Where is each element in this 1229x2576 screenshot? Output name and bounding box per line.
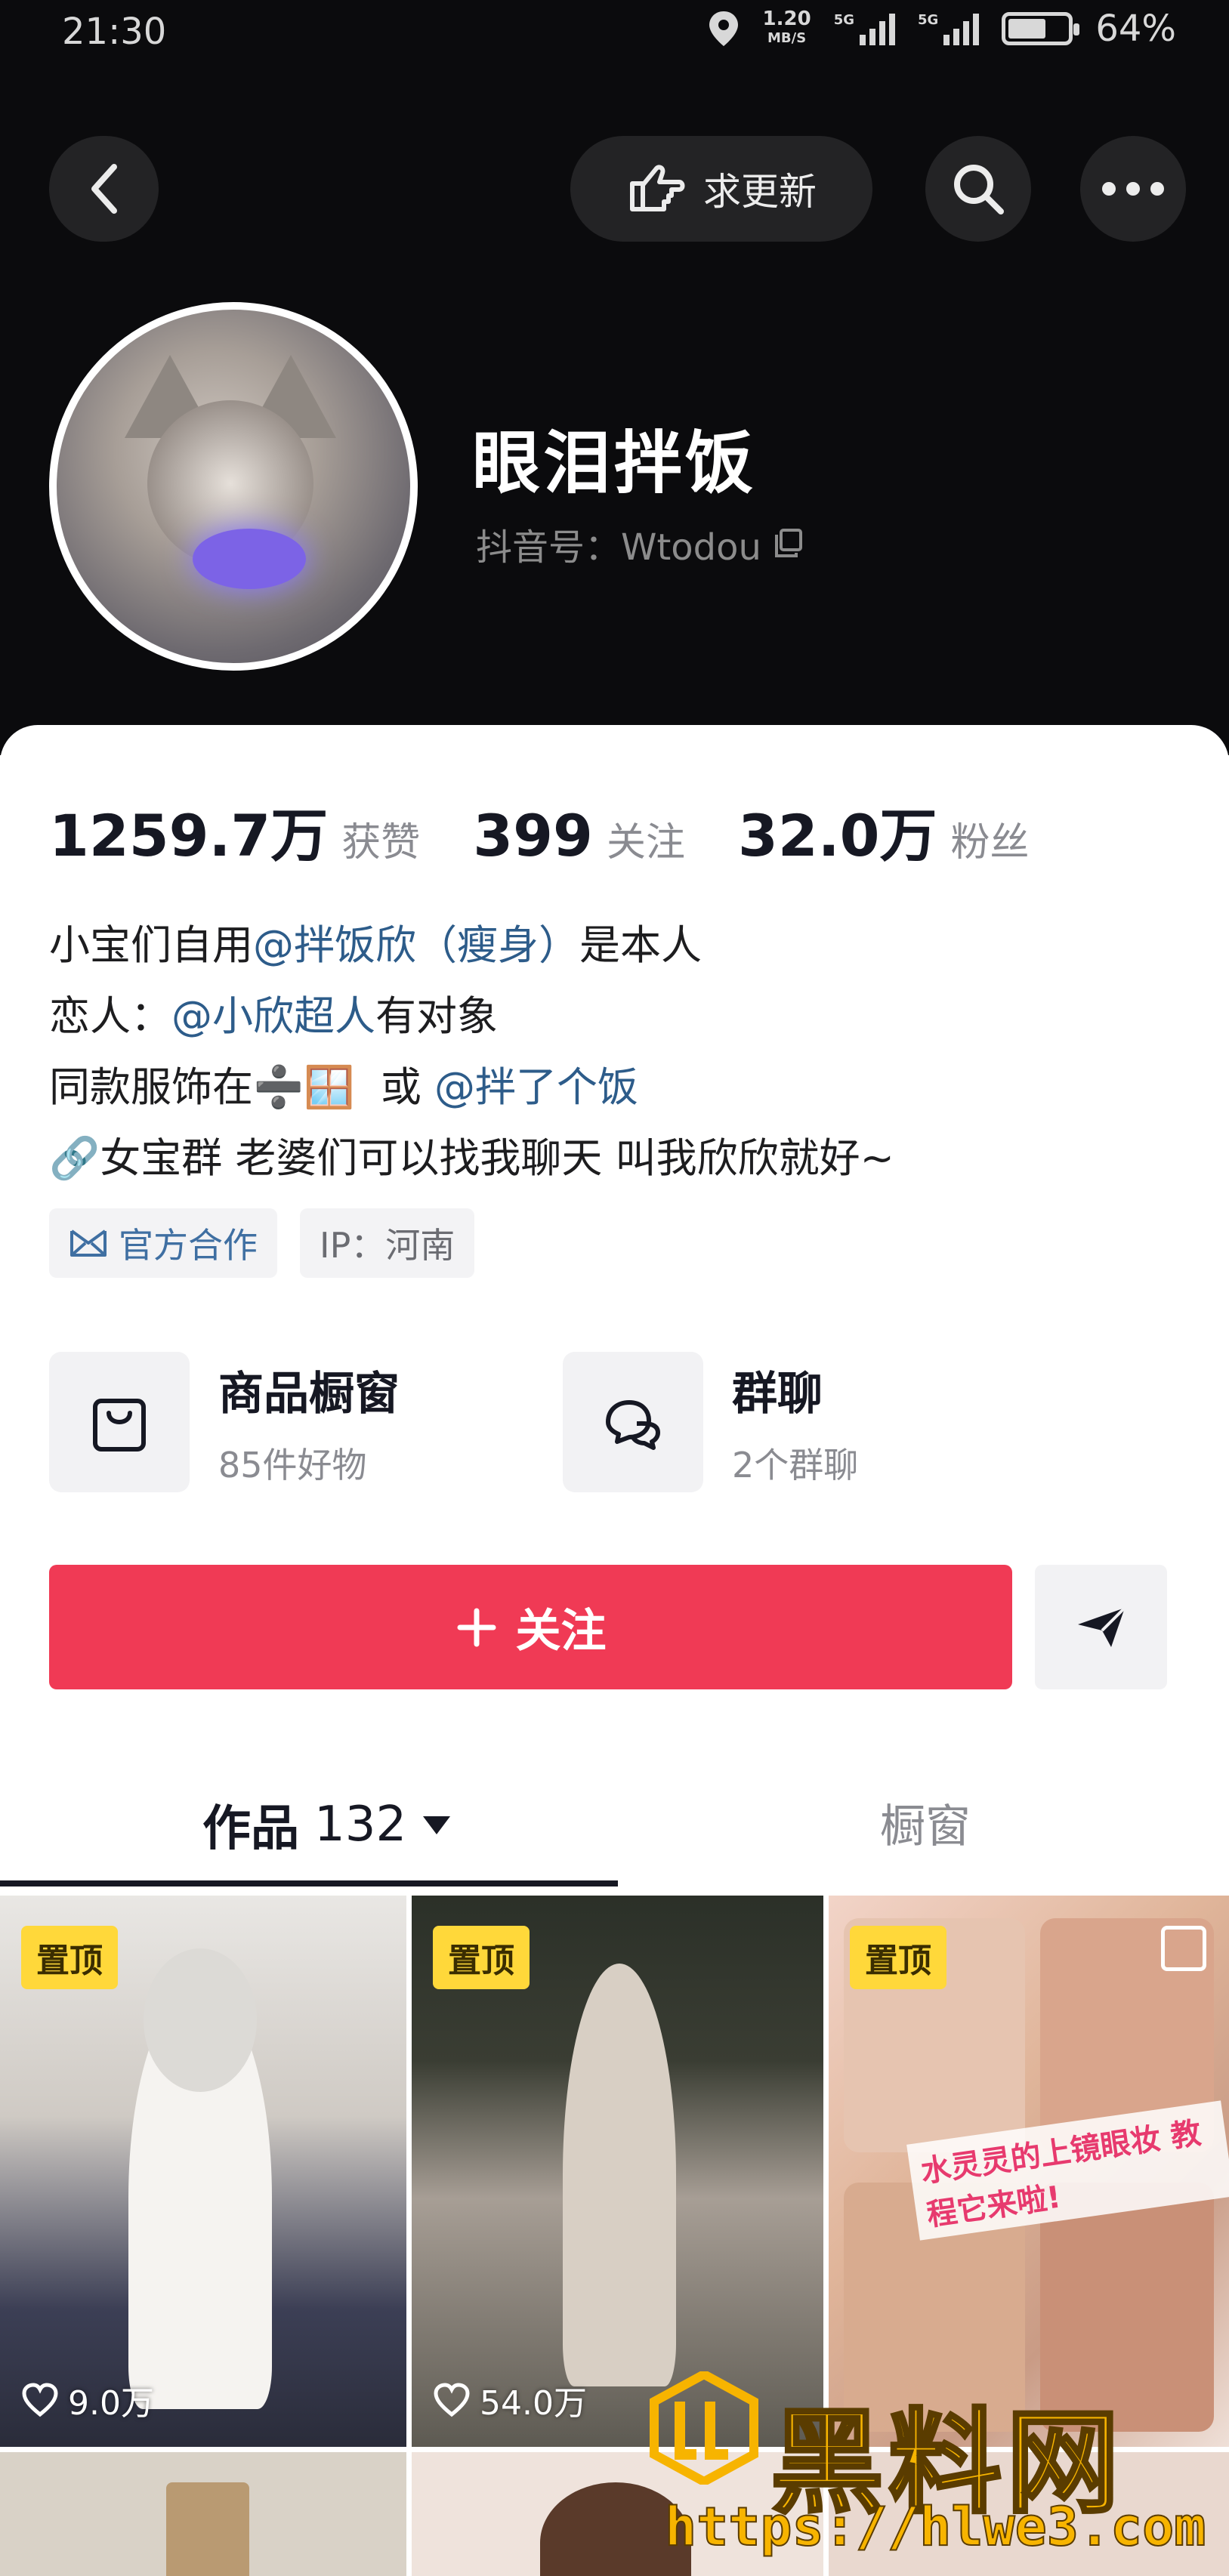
watermark-url: https://hlwe3.com: [664, 2495, 1206, 2559]
bio-line-4: 🔗 女宝群 老婆们可以找我聊天 叫我欣欣就好~: [49, 1123, 894, 1194]
chat-bubbles-icon: [563, 1352, 703, 1492]
bio-line-3-prefix: 同款服饰在: [49, 1063, 253, 1111]
bio-line-2-suffix: 有对象: [375, 992, 498, 1040]
group-chat-entry[interactable]: 群聊 2个群聊: [563, 1352, 1076, 1492]
tab-works-count: 132: [314, 1797, 407, 1853]
bio-line-3: 同款服饰在 ➗🪟 或 @拌了个饭: [49, 1052, 894, 1123]
official-cooperation-tag[interactable]: 官方合作: [49, 1208, 277, 1278]
account-id[interactable]: 抖音号：Wtodou: [476, 517, 805, 570]
battery-percent: 64%: [1095, 8, 1176, 50]
follow-button[interactable]: 关注: [49, 1565, 1012, 1689]
signal-icon-1: 5G: [834, 12, 895, 45]
bio-line-2-prefix: 恋人：: [49, 992, 171, 1040]
avatar[interactable]: [49, 302, 418, 671]
watermark-logo-icon: [650, 2371, 758, 2485]
shopping-bag-icon: [49, 1352, 190, 1492]
avatar-cat-mouth: [193, 529, 306, 589]
status-time: 21:30: [62, 11, 167, 53]
tab-works[interactable]: 作品 132: [202, 1790, 452, 1859]
tab-shop-window[interactable]: 橱窗: [880, 1790, 971, 1856]
video-figure: [166, 2482, 249, 2576]
shop-window-subtitle: 85件好物: [218, 1444, 367, 1485]
pinned-badge: 置顶: [21, 1926, 118, 1989]
caret-down-icon: [423, 1816, 451, 1834]
video-thumbnail[interactable]: 置顶 9.0万: [0, 1896, 406, 2447]
video-likes-count: 9.0万: [68, 2384, 154, 2423]
request-update-label: 求更新: [703, 170, 817, 214]
account-id-text: 抖音号：Wtodou: [476, 526, 761, 569]
mention-link-bandianxin[interactable]: @拌饭欣（瘦身）: [253, 910, 579, 981]
likes-label: 获赞: [341, 820, 421, 865]
cooperation-icon: [70, 1229, 107, 1257]
battery-fill: [1008, 19, 1045, 39]
video-figure: [563, 1964, 676, 2386]
mention-link-banlegefan[interactable]: @拌了个饭: [434, 1052, 638, 1123]
signal-icon-2: 5G: [918, 12, 980, 45]
ip-location-tag: IP：河南: [300, 1208, 475, 1278]
likes-count: 1259.7万: [49, 802, 329, 869]
more-dots-icon: [1102, 182, 1164, 196]
active-tab-indicator: [0, 1880, 618, 1886]
followers-label[interactable]: 粉丝: [950, 810, 1029, 867]
gallery-icon: [1161, 1926, 1206, 1971]
video-likes-count: 54.0万: [480, 2384, 587, 2423]
send-icon: [1077, 1606, 1126, 1647]
bio-line-1-suffix: 是本人: [579, 921, 702, 969]
back-button[interactable]: [49, 136, 159, 242]
profile-tags: 官方合作 IP：河南: [49, 1208, 475, 1278]
status-bar: 21:30 1.20 MB/S 5G 5G 64%: [0, 0, 1229, 68]
share-button[interactable]: [1035, 1565, 1167, 1689]
following-count[interactable]: 399: [473, 802, 593, 869]
network-speed-value: 1.20: [762, 8, 811, 30]
shop-window-entry[interactable]: 商品橱窗 85件好物: [49, 1352, 563, 1492]
bio-line-4-text: 女宝群 老婆们可以找我聊天 叫我欣欣就好~: [100, 1134, 894, 1182]
network-speed: 1.20 MB/S: [763, 9, 811, 48]
bio-line-1: 小宝们自用 @拌饭欣（瘦身） 是本人: [49, 910, 894, 981]
chevron-left-icon: [91, 164, 117, 214]
follow-label: 关注: [515, 1605, 607, 1658]
video-likes: 9.0万: [21, 2376, 154, 2424]
mention-link-xiaoxin[interactable]: @小欣超人: [171, 981, 375, 1052]
copy-icon: [774, 529, 802, 557]
request-update-button[interactable]: 求更新: [570, 136, 872, 242]
video-likes: 54.0万: [433, 2376, 587, 2424]
search-icon: [954, 165, 1004, 214]
group-chat-subtitle: 2个群聊: [732, 1444, 859, 1485]
profile-entries: 商品橱窗 85件好物 群聊 2个群聊: [49, 1352, 1076, 1492]
location-icon: [709, 11, 738, 46]
profile-bio: 小宝们自用 @拌饭欣（瘦身） 是本人 恋人： @小欣超人 有对象 同款服饰在 ➗…: [49, 910, 894, 1194]
pinned-badge: 置顶: [850, 1926, 946, 1989]
bio-line-2: 恋人： @小欣超人 有对象: [49, 981, 894, 1052]
pointing-hand-icon: [630, 165, 685, 211]
shop-window-title: 商品橱窗: [218, 1367, 400, 1421]
followers-count[interactable]: 32.0万: [738, 789, 937, 872]
battery-icon: [1002, 12, 1080, 45]
profile-name: 眼泪拌饭: [472, 424, 756, 503]
status-icons: 1.20 MB/S 5G 5G 64%: [707, 8, 1176, 50]
video-thumbnail[interactable]: [0, 2452, 406, 2576]
bio-line-1-prefix: 小宝们自用: [49, 921, 253, 969]
site-watermark: 黑料网 https://hlwe3.com: [650, 2356, 1209, 2568]
group-chat-title: 群聊: [732, 1367, 823, 1421]
heart-icon: [22, 2383, 58, 2417]
ip-location-label: IP：河南: [320, 1225, 455, 1266]
profile-stats: 1259.7万 获赞 399 关注 32.0万 粉丝: [49, 789, 1082, 872]
bio-line-3-emoji: ➗🪟: [253, 1063, 355, 1111]
network-speed-unit: MB/S: [767, 30, 807, 46]
following-label[interactable]: 关注: [607, 810, 685, 867]
more-button[interactable]: [1080, 136, 1186, 242]
search-button[interactable]: [925, 136, 1031, 242]
signal-label-2: 5G: [918, 12, 939, 28]
official-cooperation-label: 官方合作: [119, 1225, 258, 1266]
plus-icon: [457, 1608, 496, 1646]
tab-works-label: 作品: [202, 1801, 299, 1857]
bunny-mask: [144, 1948, 257, 2092]
heart-icon: [434, 2383, 470, 2417]
signal-label-1: 5G: [833, 12, 854, 28]
pinned-badge: 置顶: [433, 1926, 530, 1989]
bio-line-3-mid: 或: [354, 1063, 434, 1111]
link-icon: 🔗: [49, 1134, 100, 1182]
